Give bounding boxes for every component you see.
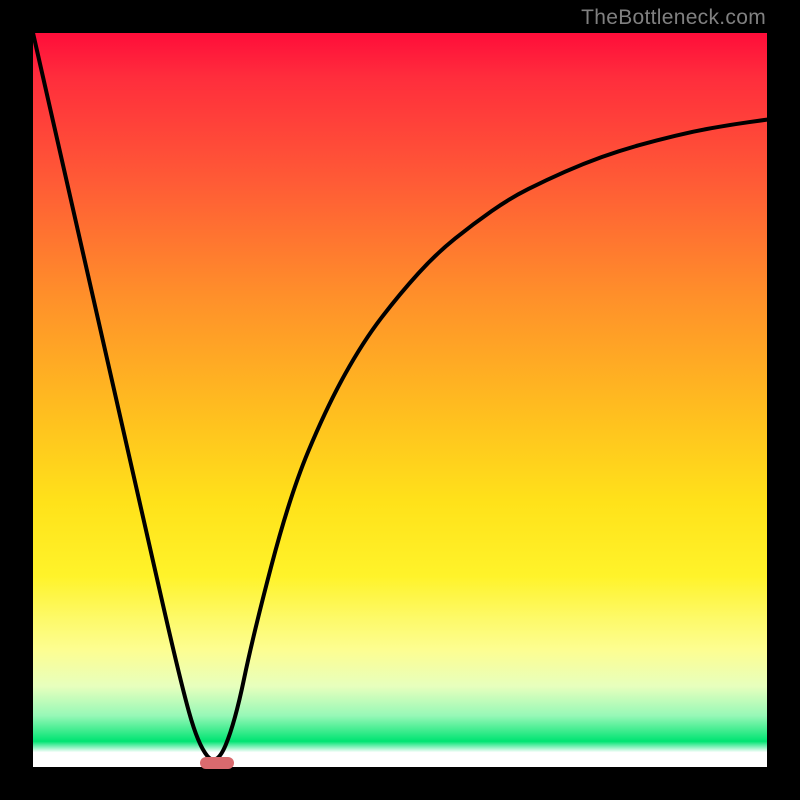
chart-frame: TheBottleneck.com <box>0 0 800 800</box>
curve-svg <box>33 33 767 767</box>
optimal-point-marker <box>200 757 234 769</box>
watermark-text: TheBottleneck.com <box>581 6 766 30</box>
plot-area <box>33 33 767 767</box>
bottleneck-curve <box>33 33 767 760</box>
